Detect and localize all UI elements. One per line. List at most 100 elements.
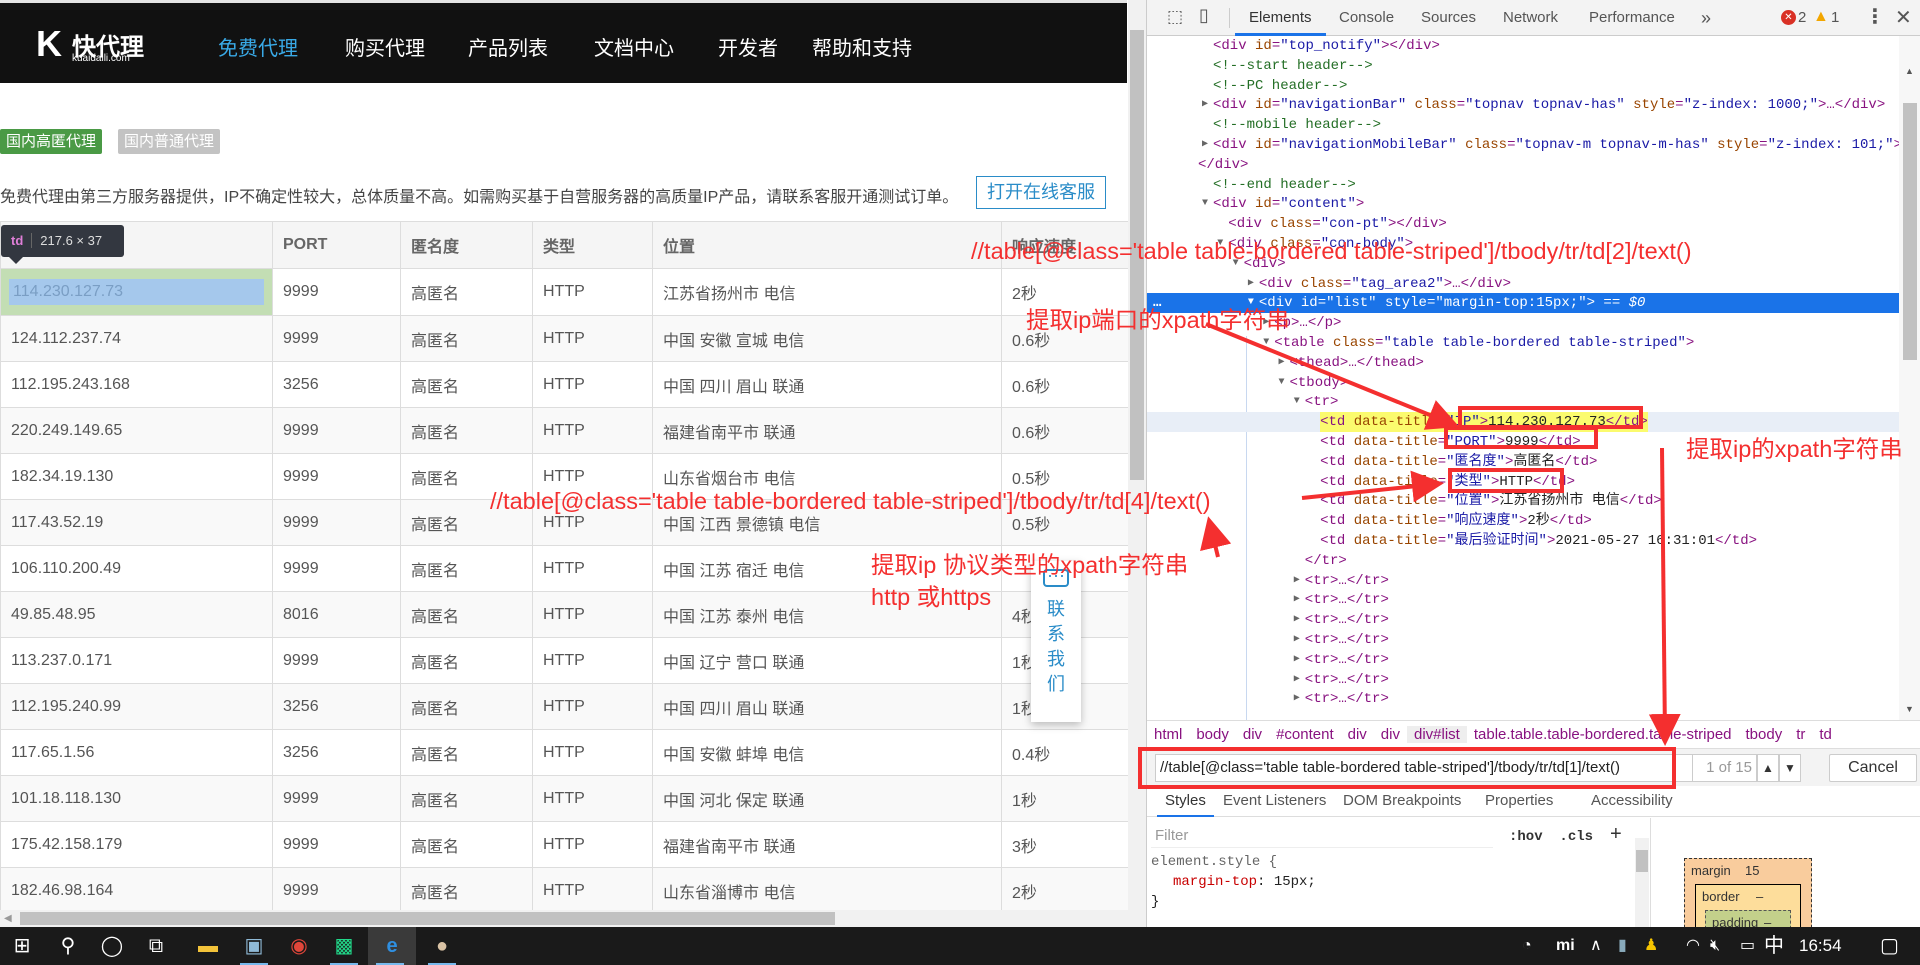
add-rule-button[interactable]: + <box>1610 824 1622 847</box>
column-header[interactable]: PORT <box>272 221 401 269</box>
dom-node-line[interactable]: ▼ <div id="content"> <box>1147 194 1899 214</box>
styles-filter-input[interactable]: Filter <box>1151 824 1493 848</box>
expand-triangle-icon[interactable]: ▶ <box>1202 135 1208 155</box>
qq-tray-icon[interactable]: ♟ <box>1644 927 1658 965</box>
dom-node-line[interactable]: ▶ <tr>…</tr> <box>1147 590 1899 610</box>
windows-start-icon[interactable]: ⊞ <box>0 927 44 965</box>
breadcrumb-item[interactable]: td <box>1812 726 1839 743</box>
chrome-icon[interactable]: ◉ <box>277 927 321 965</box>
margin-value[interactable]: 15 <box>1745 863 1759 878</box>
file-explorer-icon[interactable]: ▬ <box>186 927 230 965</box>
tab-sources[interactable]: Sources <box>1421 0 1476 36</box>
column-header[interactable]: 位置 <box>652 221 1002 269</box>
dom-node-line[interactable]: ▶ <div id="navigationBar" class="topnav t… <box>1147 95 1899 115</box>
breadcrumb-item[interactable]: html <box>1147 726 1189 743</box>
cls-toggle[interactable]: .cls <box>1559 829 1593 845</box>
dom-node-line[interactable]: <td data-title="最后验证时间">2021-05-27 16:31… <box>1147 531 1899 551</box>
breadcrumb-item[interactable]: #content <box>1269 726 1341 743</box>
notification-icon[interactable]: ▢ <box>1880 927 1899 965</box>
scroll-down-icon[interactable]: ▼ <box>1905 704 1914 714</box>
style-value[interactable]: 15px; <box>1274 874 1316 890</box>
wifi-icon[interactable]: ◠ <box>1686 927 1700 965</box>
expand-triangle-icon[interactable]: ▶ <box>1294 630 1300 650</box>
device-toggle-icon[interactable]: ▯ <box>1199 5 1209 26</box>
scroll-thumb[interactable] <box>1636 850 1648 872</box>
dom-node-line[interactable]: ▶ <tr>…</tr> <box>1147 571 1899 591</box>
error-count[interactable]: 2 <box>1798 0 1806 36</box>
expand-triangle-icon[interactable]: ▶ <box>1294 650 1300 670</box>
cortana-icon[interactable]: ◯ <box>90 927 134 965</box>
tag-high-anonymous[interactable]: 国内高匿代理 <box>0 129 103 154</box>
tag-normal[interactable]: 国内普通代理 <box>118 129 221 154</box>
dom-node-line[interactable]: <td data-title="位置">江苏省扬州市 电信</td> <box>1147 491 1899 511</box>
nav-products[interactable]: 产品列表 <box>468 32 548 61</box>
dom-node-line[interactable]: ▶ <tr>…</tr> <box>1147 689 1899 709</box>
breadcrumb-item[interactable]: div <box>1236 726 1269 743</box>
scroll-thumb[interactable] <box>20 912 835 925</box>
dom-node-line[interactable]: ▶ <div id="navigationMobileBar" class="to… <box>1147 135 1899 155</box>
style-property[interactable]: margin-top <box>1173 874 1257 890</box>
collapse-triangle-icon[interactable]: ▼ <box>1279 373 1285 393</box>
volume-muted-icon[interactable]: 🔇︎ <box>1710 927 1720 965</box>
clock[interactable]: 16:54 <box>1799 927 1842 965</box>
column-header[interactable]: 类型 <box>532 221 653 269</box>
dom-node-line[interactable]: ▶ <tr>…</tr> <box>1147 650 1899 670</box>
scroll-up-icon[interactable]: ▲ <box>1905 66 1914 76</box>
task-view-icon[interactable]: ⧉ <box>134 927 178 965</box>
mi-tray-icon[interactable]: mi <box>1556 927 1575 965</box>
nav-developer[interactable]: 开发者 <box>718 32 778 61</box>
dom-node-line[interactable]: <!--PC header--> <box>1147 76 1899 96</box>
ime-indicator[interactable]: 中 <box>1764 927 1784 965</box>
pycharm-icon[interactable]: ▩ <box>322 927 366 965</box>
nav-free-proxy[interactable]: 免费代理 <box>218 32 298 61</box>
tab-elements[interactable]: Elements <box>1235 0 1326 36</box>
breadcrumb-item[interactable]: div#list <box>1406 726 1467 743</box>
avatar-app-icon[interactable]: ● <box>420 927 464 965</box>
dom-node-line[interactable]: <td data-title="响应速度">2秒</td> <box>1147 511 1899 531</box>
tab-styles[interactable]: Styles <box>1157 787 1214 817</box>
dom-node-line[interactable]: ▶ <tr>…</tr> <box>1147 630 1899 650</box>
hov-toggle[interactable]: :hov <box>1509 829 1543 845</box>
search-icon[interactable]: ⚲ <box>46 927 90 965</box>
contact-us-widget[interactable]: ··· 联系我们 <box>1031 561 1081 722</box>
nav-buy-proxy[interactable]: 购买代理 <box>345 32 425 61</box>
dom-node-line[interactable]: <div class="con-pt"></div> <box>1147 214 1899 234</box>
dom-node-line[interactable]: ▶ <div class="tag_area2">…</div> <box>1147 274 1899 294</box>
previous-match-button[interactable]: ▲ <box>1757 754 1779 782</box>
next-match-button[interactable]: ▼ <box>1779 754 1801 782</box>
dom-node-line[interactable]: <!--start header--> <box>1147 56 1899 76</box>
360-tray-icon[interactable]: ◔ <box>1522 927 1532 965</box>
tab-dom-breakpoints[interactable]: DOM Breakpoints <box>1343 787 1461 815</box>
border-value[interactable]: – <box>1756 889 1763 904</box>
dom-node-line[interactable]: <!--mobile header--> <box>1147 115 1899 135</box>
chevron-up-icon[interactable]: ∧ <box>1590 927 1602 965</box>
more-tabs-button[interactable]: » <box>1701 0 1711 36</box>
expand-triangle-icon[interactable]: ▶ <box>1294 670 1300 690</box>
battery-icon[interactable]: ▭ <box>1740 927 1755 965</box>
page-horizontal-scrollbar[interactable]: ◀ <box>0 910 1146 927</box>
styles-scrollbar[interactable] <box>1635 838 1649 927</box>
breadcrumb-item[interactable]: tr <box>1789 726 1812 743</box>
tab-performance[interactable]: Performance <box>1589 0 1675 36</box>
breadcrumb-item[interactable]: body <box>1189 726 1236 743</box>
dom-node-line[interactable]: <div id="top_notify"></div> <box>1147 36 1899 56</box>
expand-triangle-icon[interactable]: ▶ <box>1202 95 1208 115</box>
nav-help[interactable]: 帮助和支持 <box>812 32 912 61</box>
tab-accessibility[interactable]: Accessibility <box>1591 787 1673 815</box>
warning-count[interactable]: 1 <box>1831 0 1839 36</box>
error-icon[interactable]: ✕ <box>1781 10 1796 25</box>
dom-node-line[interactable]: ▼ <tbody> <box>1147 373 1899 393</box>
expand-triangle-icon[interactable]: ▶ <box>1294 590 1300 610</box>
kebab-menu-icon[interactable]: ⋮ <box>1865 4 1885 29</box>
tab-network[interactable]: Network <box>1503 0 1558 36</box>
breadcrumb-item[interactable]: div <box>1374 726 1407 743</box>
expand-triangle-icon[interactable]: ▶ <box>1279 353 1285 373</box>
expand-triangle-icon[interactable]: ▶ <box>1294 689 1300 709</box>
tab-console[interactable]: Console <box>1339 0 1394 36</box>
nav-docs[interactable]: 文档中心 <box>594 32 674 61</box>
open-support-button[interactable]: 打开在线客服 <box>976 176 1106 209</box>
collapse-triangle-icon[interactable]: ▼ <box>1263 333 1269 353</box>
tab-event-listeners[interactable]: Event Listeners <box>1223 787 1326 815</box>
collapse-triangle-icon[interactable]: ▼ <box>1294 392 1300 412</box>
column-header[interactable]: 匿名度 <box>400 221 533 269</box>
